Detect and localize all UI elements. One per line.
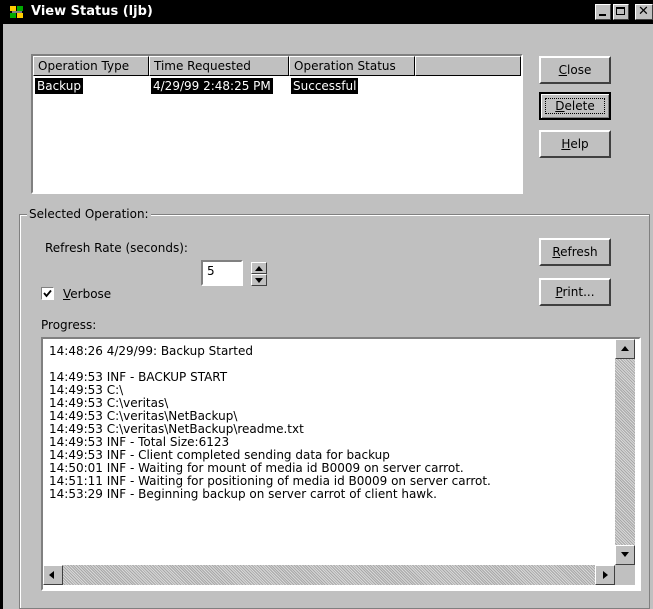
column-header-operation-status[interactable]: Operation Status <box>289 56 415 76</box>
row-operation-type: Backup <box>35 78 83 94</box>
maximize-button[interactable] <box>613 4 629 20</box>
arrow-right-icon <box>603 571 608 579</box>
minimize-button[interactable] <box>595 4 611 20</box>
print-button-label-rest: rint... <box>562 285 595 299</box>
column-header-time-requested[interactable]: Time Requested <box>149 56 289 76</box>
dialog-body: Operation Type Time Requested Operation … <box>3 24 653 609</box>
delete-button[interactable]: Delete <box>539 92 611 120</box>
table-row[interactable]: Backup 4/29/99 2:48:25 PM Successful <box>33 78 521 94</box>
progress-log[interactable]: 14:48:26 4/29/99: Backup Started 14:49:5… <box>41 337 641 591</box>
refresh-rate-value: 5 <box>207 264 215 278</box>
close-button[interactable]: Close <box>539 56 611 84</box>
scrollbar-corner <box>615 565 635 585</box>
spin-down-button[interactable] <box>251 274 267 286</box>
arrow-up-icon <box>621 346 629 351</box>
focus-rect <box>545 98 605 114</box>
close-icon: ✕ <box>638 4 649 19</box>
scroll-right-button[interactable] <box>595 565 615 585</box>
verbose-checkbox[interactable] <box>41 287 54 300</box>
veritas-app-icon <box>9 4 25 20</box>
scroll-left-button[interactable] <box>43 565 63 585</box>
title-bar[interactable]: View Status (ljb) ✕ <box>3 0 653 24</box>
help-button-mnemonic: H <box>561 137 571 151</box>
vertical-scrollbar[interactable] <box>615 339 635 565</box>
horizontal-scrollbar[interactable] <box>43 565 615 585</box>
close-button-mnemonic: C <box>558 63 568 77</box>
print-button[interactable]: Print... <box>539 278 611 306</box>
close-window-button[interactable]: ✕ <box>635 4 653 20</box>
arrow-up-icon <box>255 266 263 271</box>
refresh-rate-label: Refresh Rate (seconds): <box>45 241 188 255</box>
scroll-up-button[interactable] <box>615 339 635 359</box>
column-header-operation-type[interactable]: Operation Type <box>33 56 149 76</box>
close-button-label-rest: lose <box>567 63 592 77</box>
verbose-label[interactable]: Verbose <box>63 287 111 301</box>
view-status-window: View Status (ljb) ✕ Operation Type Time … <box>0 0 653 609</box>
arrow-down-icon <box>255 278 263 283</box>
spin-up-button[interactable] <box>251 262 267 274</box>
scroll-down-button[interactable] <box>615 545 635 565</box>
verbose-label-rest: erbose <box>70 287 112 301</box>
operations-list[interactable]: Operation Type Time Requested Operation … <box>31 54 523 194</box>
refresh-button-mnemonic: R <box>552 245 561 259</box>
row-operation-status: Successful <box>291 78 359 94</box>
checkmark-icon <box>43 289 52 298</box>
help-button[interactable]: Help <box>539 130 611 158</box>
minimize-icon <box>599 14 606 16</box>
log-line: 14:48:26 4/29/99: Backup Started <box>49 344 253 358</box>
list-header: Operation Type Time Requested Operation … <box>33 56 521 76</box>
log-line: 14:53:29 INF - Beginning backup on serve… <box>49 487 437 501</box>
progress-label: Progress: <box>41 318 97 332</box>
print-button-mnemonic: P <box>555 285 563 299</box>
selected-operation-label: Selected Operation: <box>27 207 151 221</box>
refresh-button[interactable]: Refresh <box>539 238 611 266</box>
maximize-icon <box>616 7 625 15</box>
refresh-button-label-rest: efresh <box>560 245 598 259</box>
column-header-empty <box>415 56 521 76</box>
arrow-down-icon <box>621 552 629 557</box>
row-time-requested: 4/29/99 2:48:25 PM <box>151 78 273 94</box>
window-title: View Status (ljb) <box>31 4 153 19</box>
arrow-left-icon <box>49 571 54 579</box>
help-button-label-rest: elp <box>570 137 589 151</box>
refresh-rate-input[interactable]: 5 <box>201 260 243 286</box>
